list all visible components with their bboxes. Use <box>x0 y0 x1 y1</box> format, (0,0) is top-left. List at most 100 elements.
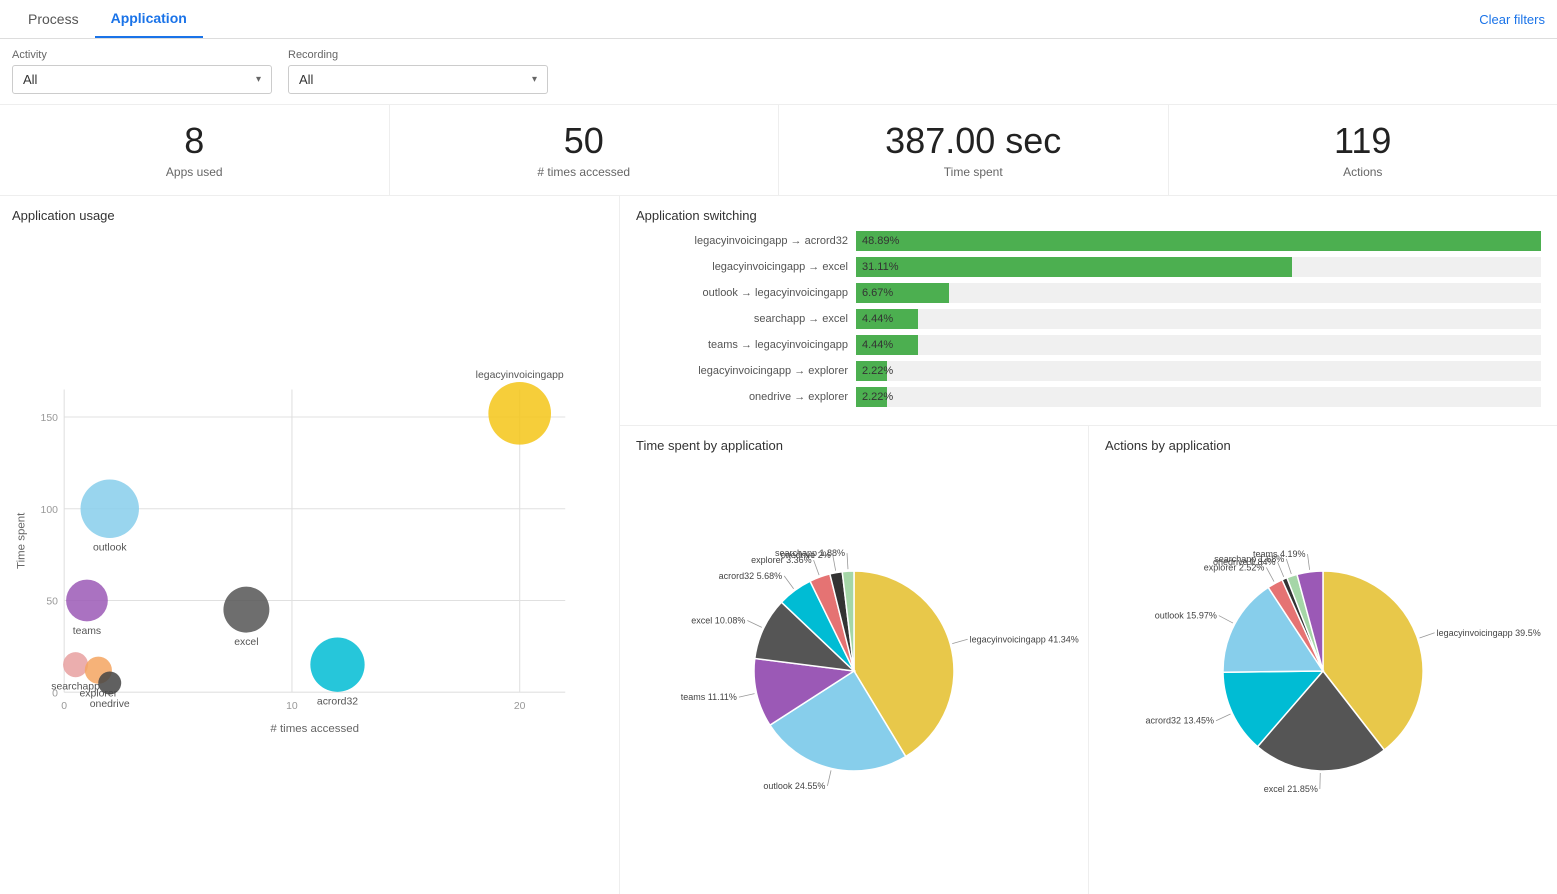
time-spent-pie-title: Time spent by application <box>636 438 1072 453</box>
left-panel: Application usage 05010015001020# times … <box>0 196 620 894</box>
bar-track: 31.11% <box>856 257 1541 277</box>
bar-value: 4.44% <box>862 339 893 351</box>
bar-value: 2.22% <box>862 391 893 403</box>
bar-row: onedrive → explorer 2.22% <box>636 387 1541 407</box>
bar-fill: 2.22% <box>856 361 887 381</box>
svg-text:acrord32: acrord32 <box>317 696 358 707</box>
bar-row: legacyinvoicingapp → acrord32 48.89% <box>636 231 1541 251</box>
svg-text:teams 4.19%: teams 4.19% <box>1253 549 1306 559</box>
svg-text:0: 0 <box>61 700 67 711</box>
bar-fill: 31.11% <box>856 257 1292 277</box>
bar-fill: 2.22% <box>856 387 887 407</box>
svg-text:legacyinvoicingapp: legacyinvoicingapp <box>476 369 564 380</box>
app-switching-title: Application switching <box>636 208 1541 223</box>
activity-chevron-icon: ▾ <box>256 74 261 85</box>
bar-value: 2.22% <box>862 365 893 377</box>
bar-label: teams → legacyinvoicingapp <box>636 339 856 351</box>
main-content: Application usage 05010015001020# times … <box>0 196 1557 894</box>
svg-text:20: 20 <box>514 700 526 711</box>
tab-application[interactable]: Application <box>95 0 203 38</box>
bar-value: 48.89% <box>862 235 899 247</box>
recording-filter-select[interactable]: All ▾ <box>288 65 548 94</box>
bar-label: onedrive → explorer <box>636 391 856 403</box>
actions-pie-chart: legacyinvoicingapp 39.5%excel 21.85%acro… <box>1153 541 1493 801</box>
bars-container: legacyinvoicingapp → acrord32 48.89% leg… <box>636 231 1541 407</box>
svg-text:excel 10.08%: excel 10.08% <box>691 615 745 625</box>
bar-fill: 4.44% <box>856 335 918 355</box>
activity-filter-label: Activity <box>12 49 272 61</box>
svg-text:excel 21.85%: excel 21.85% <box>1264 784 1318 794</box>
svg-text:teams 11.11%: teams 11.11% <box>681 692 737 702</box>
stat-card-apps-used: 8 Apps used <box>0 105 389 195</box>
actions-pie-title: Actions by application <box>1105 438 1541 453</box>
actions-pie-wrapper: legacyinvoicingapp 39.5% excel 21.85% acro… <box>1105 461 1541 881</box>
bar-row: teams → legacyinvoicingapp 4.44% <box>636 335 1541 355</box>
svg-text:Time spent: Time spent <box>16 511 28 568</box>
bar-label: legacyinvoicingapp → excel <box>636 261 856 273</box>
stat-card-time-spent: 387.00 sec Time spent <box>778 105 1168 195</box>
svg-text:teams: teams <box>73 625 101 636</box>
stat-value-actions: 119 <box>1189 121 1538 161</box>
tab-process[interactable]: Process <box>12 1 95 37</box>
bar-value: 31.11% <box>862 261 899 273</box>
bar-row: outlook → legacyinvoicingapp 6.67% <box>636 283 1541 303</box>
bar-row: legacyinvoicingapp → excel 31.11% <box>636 257 1541 277</box>
stat-label-actions: Actions <box>1189 165 1538 179</box>
recording-filter-label: Recording <box>288 49 548 61</box>
bar-fill: 6.67% <box>856 283 949 303</box>
activity-filter-value: All <box>23 72 37 87</box>
time-spent-pie-wrapper: legacyinvoicingapp 41.34%outlook 24.55%t… <box>636 461 1072 881</box>
stat-value-time-spent: 387.00 sec <box>799 121 1148 161</box>
app-switching-section: Application switching legacyinvoicingapp… <box>620 196 1557 426</box>
svg-text:outlook: outlook <box>93 542 127 553</box>
bar-value: 4.44% <box>862 313 893 325</box>
svg-text:outlook 15.97%: outlook 15.97% <box>1155 610 1217 620</box>
recording-filter-group: Recording All ▾ <box>288 49 548 94</box>
time-spent-pie-section: Time spent by application legacyinvoicin… <box>620 426 1089 894</box>
bar-track: 2.22% <box>856 387 1541 407</box>
bar-fill: 48.89% <box>856 231 1541 251</box>
svg-text:onedrive: onedrive <box>90 699 130 710</box>
stat-value-apps-used: 8 <box>20 121 369 161</box>
bar-row: searchapp → excel 4.44% <box>636 309 1541 329</box>
app-usage-title: Application usage <box>12 208 607 223</box>
bar-track: 4.44% <box>856 309 1541 329</box>
tab-bar: Process Application Clear filters <box>0 0 1557 39</box>
right-panel: Application switching legacyinvoicingapp… <box>620 196 1557 894</box>
svg-text:acrord32 5.68%: acrord32 5.68% <box>719 570 783 580</box>
recording-filter-value: All <box>299 72 313 87</box>
bar-value: 6.67% <box>862 287 893 299</box>
stat-card-times-accessed: 50# times accessed <box>389 105 779 195</box>
svg-text:acrord32 13.45%: acrord32 13.45% <box>1145 715 1214 725</box>
stat-label-apps-used: Apps used <box>20 165 369 179</box>
scatter-plot: 05010015001020# times accessedTime spent… <box>12 231 607 882</box>
bar-label: legacyinvoicingapp → explorer <box>636 365 856 377</box>
bar-label: legacyinvoicingapp → acrord32 <box>636 235 856 247</box>
stat-value-times-accessed: 50 <box>410 121 759 161</box>
clear-filters-button[interactable]: Clear filters <box>1479 12 1545 27</box>
svg-text:10: 10 <box>286 700 298 711</box>
actions-pie-section: Actions by application legacyinvoicingap… <box>1089 426 1557 894</box>
filters-row: Activity All ▾ Recording All ▾ <box>0 39 1557 105</box>
activity-filter-select[interactable]: All ▾ <box>12 65 272 94</box>
recording-chevron-icon: ▾ <box>532 74 537 85</box>
activity-filter-group: Activity All ▾ <box>12 49 272 94</box>
svg-text:searchapp 1.88%: searchapp 1.88% <box>775 548 845 558</box>
bottom-charts: Time spent by application legacyinvoicin… <box>620 426 1557 894</box>
stat-label-time-spent: Time spent <box>799 165 1148 179</box>
stats-row: 8 Apps used 50# times accessed 387.00 sec Ti… <box>0 105 1557 196</box>
svg-text:legacyinvoicingapp 41.34%: legacyinvoicingapp 41.34% <box>970 634 1079 644</box>
bar-row: legacyinvoicingapp → explorer 2.22% <box>636 361 1541 381</box>
svg-text:50: 50 <box>46 596 58 607</box>
bar-track: 4.44% <box>856 335 1541 355</box>
svg-text:outlook 24.55%: outlook 24.55% <box>763 781 825 791</box>
svg-text:legacyinvoicingapp 39.5%: legacyinvoicingapp 39.5% <box>1437 627 1541 637</box>
bar-track: 6.67% <box>856 283 1541 303</box>
time-spent-pie-chart: legacyinvoicingapp 41.34%outlook 24.55%t… <box>684 541 1024 801</box>
bar-label: searchapp → excel <box>636 313 856 325</box>
bar-track: 2.22% <box>856 361 1541 381</box>
bar-track: 48.89% <box>856 231 1541 251</box>
svg-text:excel: excel <box>234 637 258 648</box>
stat-card-actions: 119 Actions <box>1168 105 1557 195</box>
scatter-svg: 05010015001020# times accessedTime spent… <box>12 231 607 882</box>
